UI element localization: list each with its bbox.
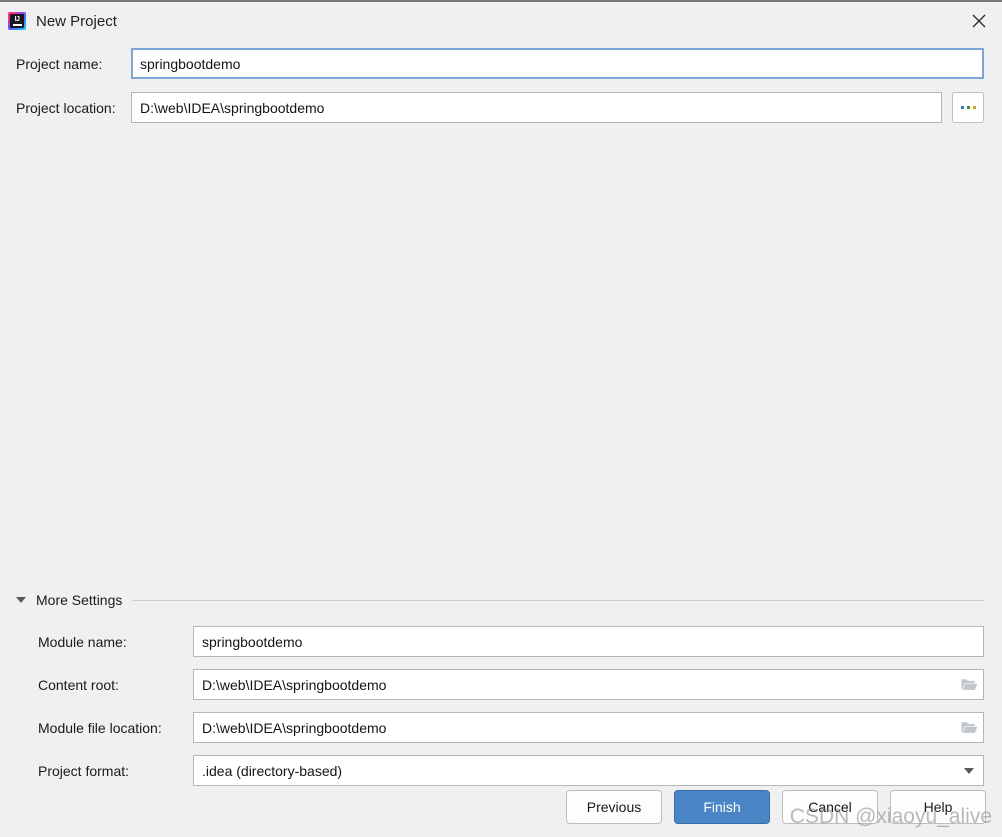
intellij-idea-icon: IJ [8,12,26,30]
more-settings-label: More Settings [36,592,123,608]
module-name-input[interactable]: springbootdemo [193,626,984,657]
browse-button[interactable] [952,92,984,123]
ellipsis-dot-icon [966,106,970,109]
more-settings-form: Module name: springbootdemo Content root… [0,612,1002,786]
ellipsis-dot-icon [960,106,964,109]
content-root-value: D:\web\IDEA\springbootdemo [202,676,387,693]
content-root-input[interactable]: D:\web\IDEA\springbootdemo [193,669,984,700]
module-file-location-input[interactable]: D:\web\IDEA\springbootdemo [193,712,984,743]
module-file-location-value: D:\web\IDEA\springbootdemo [202,719,387,736]
module-name-row: Module name: springbootdemo [38,626,984,657]
section-divider [132,599,984,601]
previous-button[interactable]: Previous [566,790,662,824]
module-file-location-row: Module file location: D:\web\IDEA\spring… [38,712,984,743]
title-bar: IJ New Project [0,2,1002,40]
ellipsis-dot-icon [972,106,976,109]
project-name-row: Project name: springbootdemo [16,48,984,79]
help-button[interactable]: Help [890,790,986,824]
chevron-down-icon [16,597,26,603]
folder-icon[interactable] [959,720,979,736]
new-project-dialog: IJ New Project Project name: springbootd… [0,0,1002,837]
empty-content-area [0,136,1002,588]
project-location-label: Project location: [16,99,116,116]
module-file-location-label: Module file location: [38,719,162,736]
project-name-label: Project name: [16,55,103,72]
cancel-button[interactable]: Cancel [782,790,878,824]
project-location-value: D:\web\IDEA\springbootdemo [140,99,325,116]
finish-button[interactable]: Finish [674,790,770,824]
project-location-input[interactable]: D:\web\IDEA\springbootdemo [131,92,942,123]
content-root-label: Content root: [38,676,119,693]
footer-button-bar: Previous Finish Cancel Help [0,777,1002,837]
window-title: New Project [36,12,117,30]
close-icon[interactable] [956,2,1002,40]
more-settings-toggle[interactable]: More Settings [0,588,1002,612]
module-name-label: Module name: [38,633,127,650]
project-name-value: springbootdemo [140,55,241,72]
module-name-value: springbootdemo [202,633,303,650]
top-form: Project name: springbootdemo Project loc… [0,40,1002,123]
project-name-input[interactable]: springbootdemo [131,48,984,79]
folder-icon[interactable] [959,677,979,693]
content-root-row: Content root: D:\web\IDEA\springbootdemo [38,669,984,700]
project-location-row: Project location: D:\web\IDEA\springboot… [16,92,984,123]
